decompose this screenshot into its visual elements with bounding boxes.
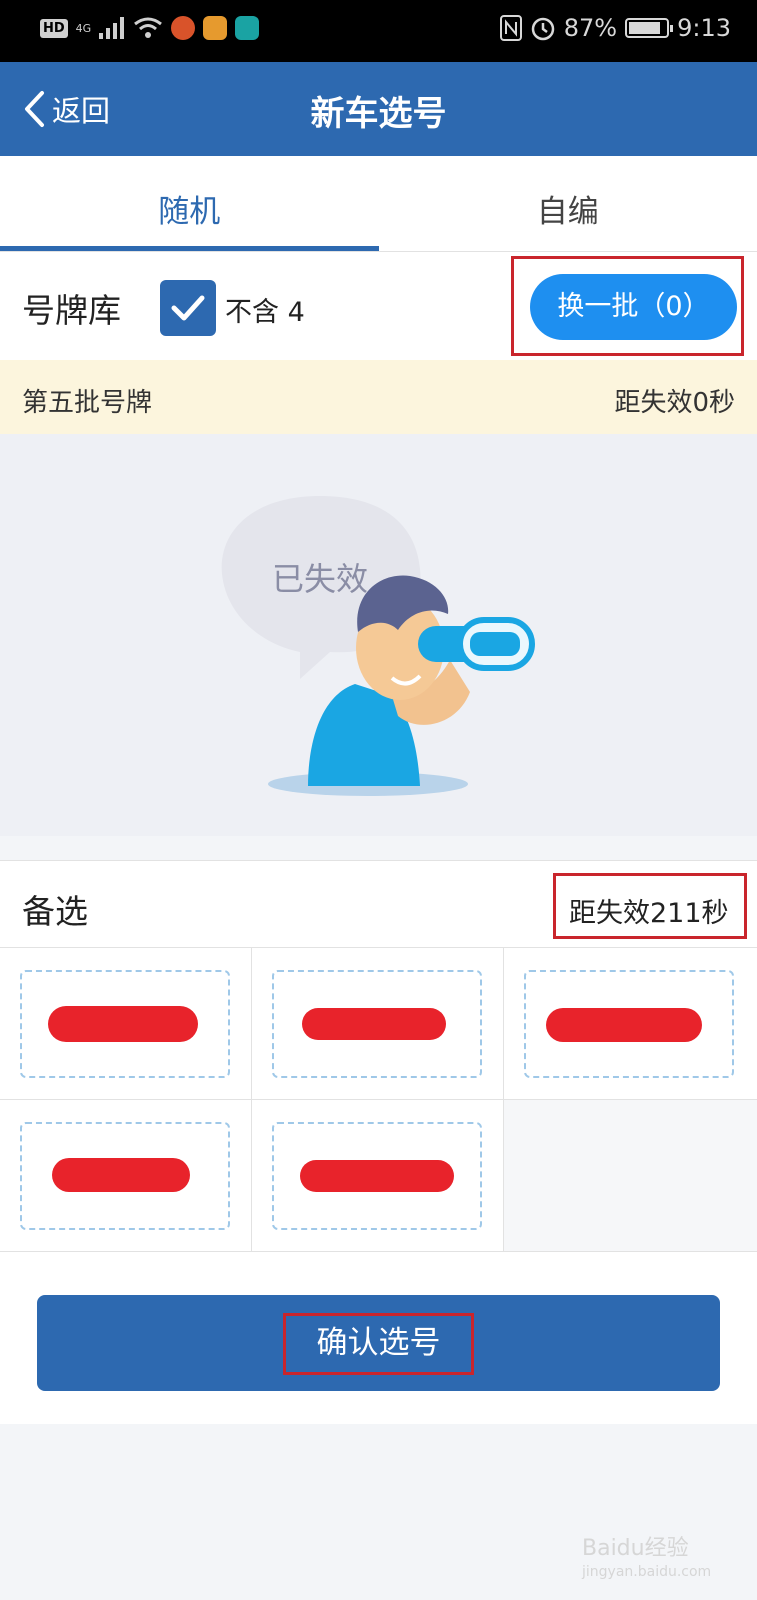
- alternates-title: 备选: [22, 892, 88, 931]
- plate-cell[interactable]: [0, 1100, 252, 1252]
- exclude-four-label: 不含 4: [225, 297, 305, 328]
- tab-random[interactable]: 随机: [0, 156, 379, 251]
- status-bar: HD 4G 87% 9:13: [0, 0, 757, 62]
- status-right-icons: 87% 9:13: [499, 14, 731, 42]
- redacted-plate-number: [52, 1158, 190, 1192]
- watermark: Baidu经验 jingyan.baidu.com: [582, 1530, 711, 1580]
- plate-cell[interactable]: [504, 948, 757, 1100]
- watermark-text: Baidu经验: [582, 1536, 689, 1561]
- plate-frame: [524, 970, 734, 1078]
- confirm-area: 确认选号: [0, 1252, 757, 1424]
- status-left-icons: HD 4G: [40, 16, 260, 40]
- battery-level: [629, 22, 661, 34]
- redacted-plate-number: [302, 1008, 446, 1040]
- redacted-plate-number: [546, 1008, 702, 1042]
- plate-frame: [272, 970, 482, 1078]
- plate-frame: [272, 1122, 482, 1230]
- network-type: 4G: [75, 21, 92, 35]
- batch-name: 第五批号牌: [22, 388, 153, 418]
- plate-frame: [20, 1122, 230, 1230]
- app-header: 返回 新车选号: [0, 62, 757, 156]
- battery-icon: [625, 18, 674, 38]
- plate-cell[interactable]: [0, 948, 252, 1100]
- plate-library-row: 号牌库 不含 4 换一批（0）: [0, 252, 757, 360]
- redacted-plate-number: [300, 1160, 454, 1192]
- plate-library-title: 号牌库: [22, 291, 121, 330]
- plate-cell[interactable]: [252, 1100, 504, 1252]
- tab-bar: 随机 自编: [0, 156, 757, 252]
- batch-bar: 第五批号牌 距失效0秒: [0, 360, 757, 434]
- expired-illustration-area: 已失效: [0, 434, 757, 836]
- alarm-icon: [531, 17, 554, 41]
- batch-expiry: 距失效0秒: [614, 388, 735, 418]
- page-title: 新车选号: [310, 94, 447, 134]
- alternates-grid: [0, 948, 757, 1252]
- plate-cell[interactable]: [252, 948, 504, 1100]
- clock: 9:13: [677, 14, 731, 42]
- nfc-icon: [499, 15, 522, 41]
- plate-frame: [20, 970, 230, 1078]
- app-notification-icon-3: [235, 16, 260, 40]
- swap-batch-button[interactable]: 换一批（0）: [530, 274, 737, 340]
- app-notification-icon-1: [171, 16, 196, 40]
- expired-bubble-text: 已失效: [272, 560, 368, 598]
- checkmark-icon: [171, 295, 205, 321]
- watermark-sub: jingyan.baidu.com: [582, 1564, 712, 1580]
- exclude-four-checkbox[interactable]: [160, 280, 216, 336]
- hd-badge: HD: [40, 18, 68, 38]
- tab-custom[interactable]: 自编: [379, 156, 757, 251]
- confirm-highlight-frame: [283, 1313, 474, 1375]
- app-notification-icon-2: [203, 16, 228, 40]
- empty-plate-cell: [504, 1100, 757, 1252]
- battery-percent: 87%: [563, 14, 618, 42]
- signal-icon: [99, 17, 125, 39]
- wifi-icon: [134, 17, 163, 38]
- alternates-header: 备选 距失效211秒: [0, 860, 757, 948]
- redacted-plate-number: [48, 1006, 198, 1042]
- alternates-expiry: 距失效211秒: [569, 898, 729, 929]
- expired-illustration: 已失效: [221, 496, 535, 796]
